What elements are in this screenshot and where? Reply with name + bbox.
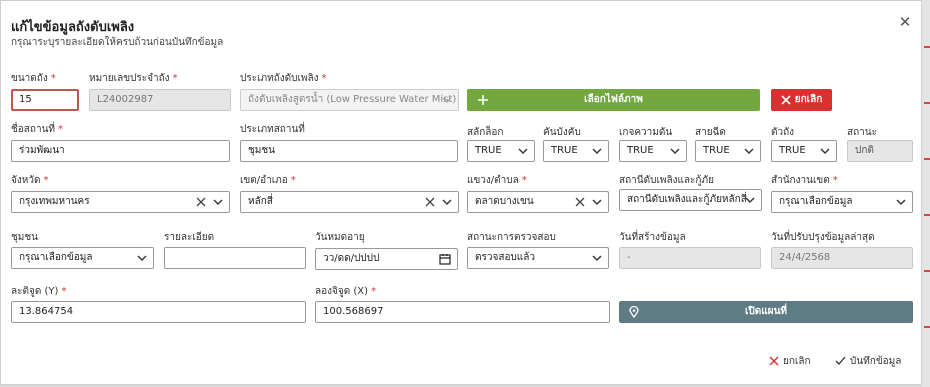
- background-marker: [924, 158, 930, 160]
- tank-no-label: หมายเลขประจำถัง *: [89, 73, 178, 84]
- clear-icon[interactable]: [195, 196, 207, 208]
- handle-select[interactable]: TRUE: [543, 140, 609, 162]
- latitude-input[interactable]: 13.864754: [11, 301, 306, 323]
- pin-lock-select[interactable]: TRUE: [467, 140, 535, 162]
- background-marker: [924, 102, 930, 104]
- x-icon: [781, 95, 791, 105]
- tank-type-value: ถังดับเพลิงสูตรน้ำ (Low Pressure Water M…: [248, 94, 457, 105]
- background-marker: [924, 270, 930, 272]
- details-input[interactable]: [164, 247, 306, 269]
- chevron-down-icon: [820, 148, 830, 154]
- created-input[interactable]: -: [619, 247, 761, 269]
- body-select[interactable]: TRUE: [771, 140, 837, 162]
- calendar-icon[interactable]: [439, 253, 451, 265]
- background-marker: [924, 326, 930, 328]
- district-office-select[interactable]: กรุณาเลือกข้อมูล: [771, 191, 913, 213]
- chevron-down-icon: [744, 148, 754, 154]
- inspection-select[interactable]: ตรวจสอบแล้ว: [467, 247, 609, 269]
- background-marker: [924, 46, 930, 48]
- close-icon[interactable]: ✕: [897, 14, 913, 30]
- chevron-down-icon: [670, 148, 680, 154]
- chevron-down-icon: [442, 97, 452, 103]
- status-label: สถานะ: [847, 127, 877, 138]
- cancel-button[interactable]: ยกเลิก: [769, 354, 811, 369]
- longitude-input[interactable]: 100.568697: [315, 301, 610, 323]
- fire-station-select[interactable]: สถานีดับเพลิงและกู้ภัยหลักสี่: [619, 189, 762, 211]
- community-select[interactable]: กรุณาเลือกข้อมูล: [11, 247, 154, 269]
- place-type-label: ประเภทสถานที่: [240, 124, 305, 135]
- subdistrict-label: แขวง/ตำบล *: [467, 175, 527, 186]
- expiry-label: วันหมดอายุ: [315, 232, 365, 243]
- subdistrict-select[interactable]: ตลาดบางเขน: [467, 191, 609, 213]
- chevron-down-icon: [592, 199, 602, 205]
- size-input[interactable]: 15: [11, 89, 79, 111]
- updated-input[interactable]: 24/4/2568: [771, 247, 913, 269]
- chevron-down-icon: [518, 148, 528, 154]
- check-icon: [835, 356, 846, 365]
- province-label: จังหวัด *: [11, 175, 49, 186]
- hose-label: สายฉีด: [695, 127, 726, 138]
- province-select[interactable]: กรุงเทพมหานคร: [11, 191, 230, 213]
- edit-dialog: แก้ไขข้อมูลถังดับเพลิง กรุณาระบุรายละเอี…: [0, 0, 922, 385]
- tank-type-label: ประเภทถังดับเพลิง *: [240, 73, 327, 84]
- status-input[interactable]: ปกติ: [847, 140, 913, 162]
- plus-icon: [478, 95, 488, 105]
- pin-lock-label: สลักล็อก: [467, 127, 504, 138]
- created-label: วันที่สร้างข้อมูล: [619, 232, 686, 243]
- size-label: ขนาดถัง *: [11, 73, 56, 84]
- handle-label: คันบังคับ: [543, 127, 581, 138]
- updated-label: วันที่ปรับปรุงข้อมูลล่าสุด: [771, 232, 875, 243]
- details-label: รายละเอียด: [164, 232, 215, 243]
- chevron-down-icon: [896, 199, 906, 205]
- gauge-label: เกจความดัน: [619, 127, 673, 138]
- map-pin-icon: [629, 306, 639, 318]
- chevron-down-icon: [592, 255, 602, 261]
- hose-select[interactable]: TRUE: [695, 140, 761, 162]
- district-office-label: สำนักงานเขต *: [771, 175, 838, 186]
- latitude-label: ละติจูด (Y) *: [11, 286, 67, 297]
- chevron-down-icon: [137, 255, 147, 261]
- inspection-label: สถานะการตรวจสอบ: [467, 232, 556, 243]
- open-map-button[interactable]: เปิดแผนที่: [619, 301, 913, 323]
- district-select[interactable]: หลักสี่: [240, 191, 459, 213]
- tank-no-input[interactable]: L24002987: [89, 89, 231, 111]
- chevron-down-icon: [442, 199, 452, 205]
- save-button[interactable]: บันทึกข้อมูล: [835, 354, 901, 369]
- dialog-subtitle: กรุณาระบุรายละเอียดให้ครบถ้วนก่อนบันทึกข…: [11, 37, 224, 48]
- background-marker: [924, 214, 930, 216]
- chevron-down-icon: [592, 148, 602, 154]
- clear-icon[interactable]: [424, 196, 436, 208]
- x-icon: [769, 356, 779, 366]
- tank-type-select[interactable]: ถังดับเพลิงสูตรน้ำ (Low Pressure Water M…: [240, 89, 459, 111]
- dialog-title: แก้ไขข้อมูลถังดับเพลิง: [11, 20, 135, 35]
- cancel-image-button[interactable]: ยกเลิก: [771, 89, 832, 111]
- choose-image-button[interactable]: เลือกไฟล์ภาพ: [467, 89, 760, 111]
- chevron-down-icon: [213, 199, 223, 205]
- clear-icon[interactable]: [574, 196, 586, 208]
- expiry-date-input[interactable]: วว/ดด/ปปปป: [315, 248, 458, 270]
- place-name-label: ชื่อสถานที่ *: [11, 124, 63, 135]
- community-label: ชุมชน: [11, 232, 39, 243]
- longitude-label: ลองจิจูด (X) *: [315, 286, 377, 297]
- chevron-down-icon: [745, 197, 755, 203]
- place-type-input[interactable]: ชุมชน: [240, 140, 458, 162]
- district-label: เขต/อำเภอ *: [240, 175, 296, 186]
- gauge-select[interactable]: TRUE: [619, 140, 687, 162]
- background-edge: [922, 0, 930, 387]
- fire-station-label: สถานีดับเพลิงและกู้ภัย: [619, 175, 714, 186]
- body-label: ตัวถัง: [771, 127, 795, 138]
- place-name-input[interactable]: ร่วมพัฒนา: [11, 140, 230, 162]
